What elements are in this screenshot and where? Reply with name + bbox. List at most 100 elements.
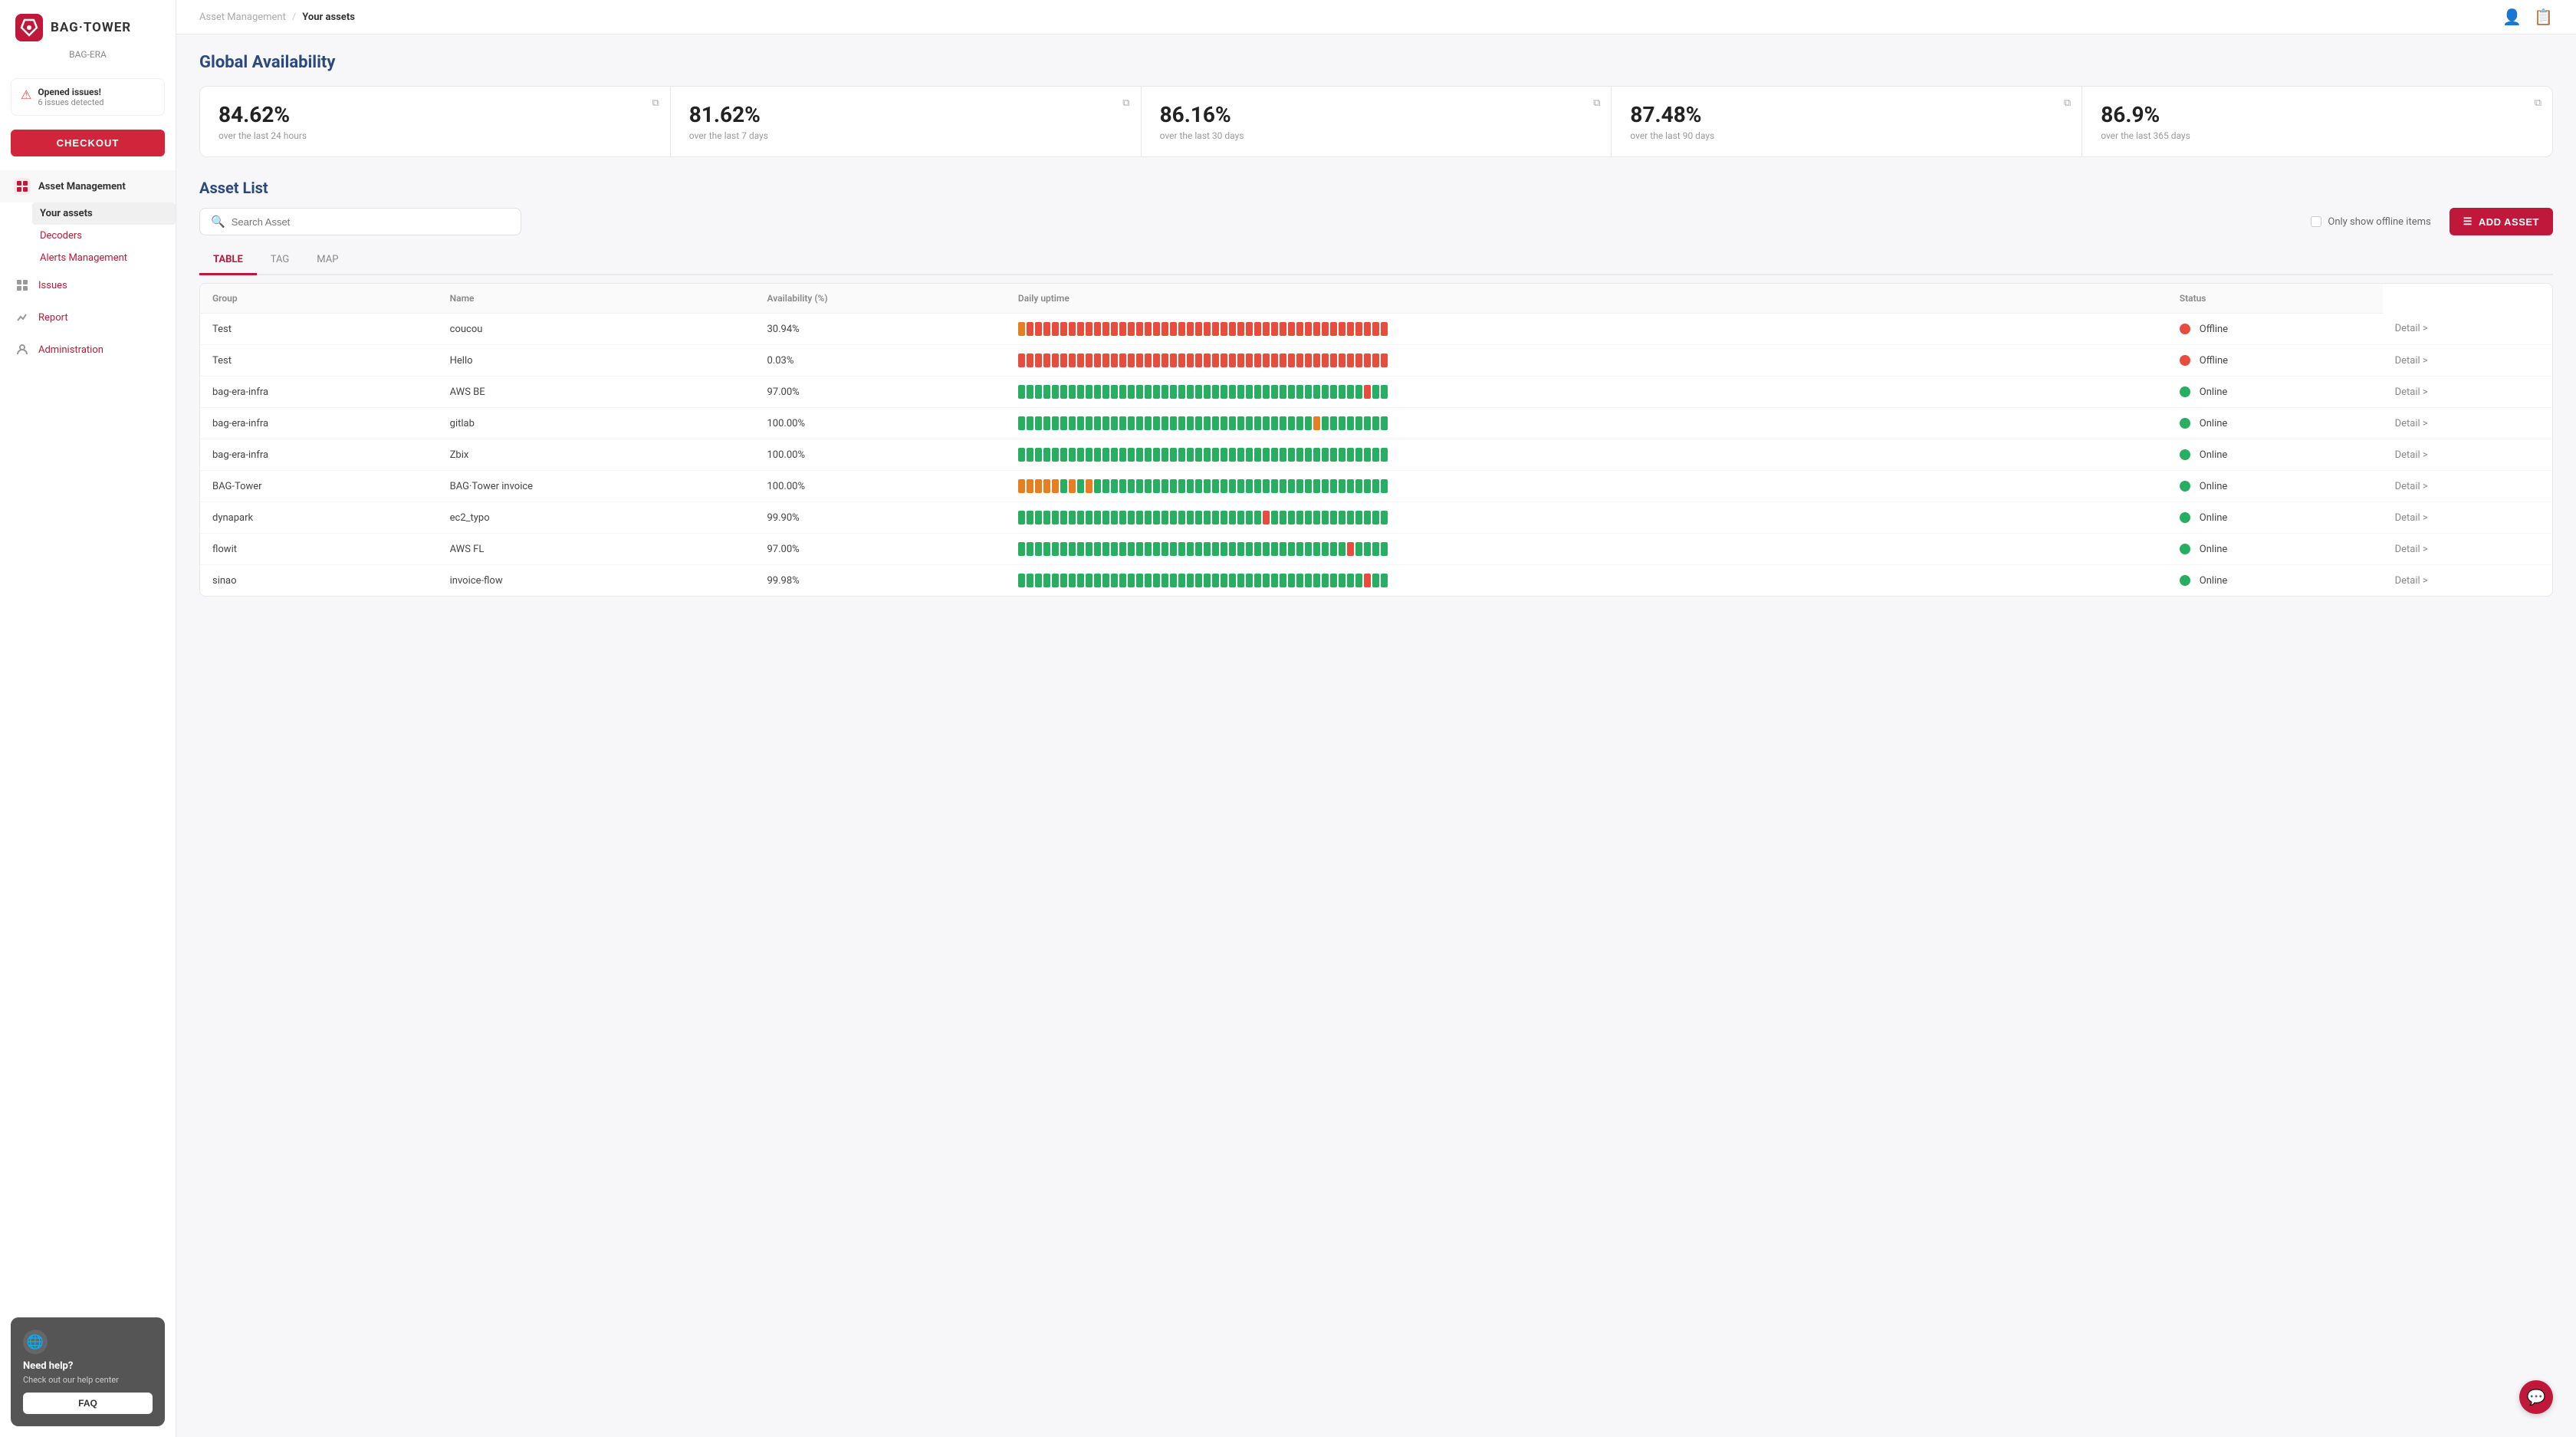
row-detail-8[interactable]: Detail > <box>2383 565 2552 597</box>
row-detail-3[interactable]: Detail > <box>2383 408 2552 439</box>
uptime-segment <box>1178 353 1185 367</box>
row-name-1: Hello <box>438 345 755 377</box>
row-availability-1: 0.03% <box>755 345 1006 377</box>
uptime-segment <box>1060 385 1067 399</box>
uptime-segment <box>1271 574 1278 587</box>
sidebar-item-issues[interactable]: Issues <box>0 269 176 301</box>
checkout-button[interactable]: CHECKOUT <box>11 130 165 156</box>
tab-map[interactable]: MAP <box>303 246 352 275</box>
row-detail-7[interactable]: Detail > <box>2383 534 2552 565</box>
uptime-segment <box>1060 479 1067 493</box>
uptime-segment <box>1322 448 1329 462</box>
row-status-3: Online <box>2167 408 2383 439</box>
logout-icon[interactable]: 📋 <box>2534 8 2553 26</box>
uptime-segment <box>1221 353 1227 367</box>
row-detail-2[interactable]: Detail > <box>2383 377 2552 408</box>
faq-button[interactable]: FAQ <box>23 1393 153 1414</box>
uptime-segment <box>1364 353 1371 367</box>
uptime-segment <box>1086 416 1092 430</box>
row-name-8: invoice-flow <box>438 565 755 597</box>
detail-link-3[interactable]: Detail > <box>2395 418 2428 429</box>
detail-link-1[interactable]: Detail > <box>2395 355 2428 367</box>
detail-link-5[interactable]: Detail > <box>2395 481 2428 492</box>
detail-link-6[interactable]: Detail > <box>2395 512 2428 524</box>
user-icon[interactable]: 👤 <box>2502 8 2522 26</box>
stat-value-3: 87.48% <box>1630 102 2063 127</box>
th-name: Name <box>438 284 755 314</box>
search-input[interactable] <box>232 216 510 228</box>
uptime-segment <box>1339 511 1346 524</box>
detail-link-2[interactable]: Detail > <box>2395 386 2428 398</box>
table-header: GroupNameAvailability (%)Daily uptimeSta… <box>200 284 2552 314</box>
uptime-segment <box>1204 416 1211 430</box>
uptime-segment <box>1086 353 1092 367</box>
uptime-segment <box>1111 385 1118 399</box>
subnav-decoders[interactable]: Decoders <box>40 225 176 247</box>
stat-link-3[interactable]: ⧉ <box>2064 97 2071 109</box>
uptime-segment <box>1305 322 1312 336</box>
uptime-segment <box>1221 322 1227 336</box>
table-row: flowitAWS FL97.00% Online Detail > <box>200 534 2552 565</box>
app-subtitle: BAG-ERA <box>0 49 176 71</box>
tab-table[interactable]: TABLE <box>199 246 257 275</box>
uptime-segment <box>1271 511 1278 524</box>
uptime-segment <box>1322 353 1329 367</box>
uptime-segment <box>1212 574 1219 587</box>
stat-label-0: over the last 24 hours <box>219 130 652 141</box>
uptime-segment <box>1355 448 1362 462</box>
uptime-segment <box>1018 416 1025 430</box>
add-asset-button[interactable]: ☰ ADD ASSET <box>2450 208 2553 235</box>
uptime-segment <box>1043 416 1050 430</box>
offline-checkbox[interactable] <box>2311 216 2321 227</box>
stat-link-0[interactable]: ⧉ <box>652 97 659 109</box>
uptime-segment <box>1271 385 1278 399</box>
row-detail-0[interactable]: Detail > <box>2383 314 2552 345</box>
uptime-segment <box>1060 416 1067 430</box>
detail-link-7[interactable]: Detail > <box>2395 544 2428 555</box>
uptime-segment <box>1204 448 1211 462</box>
uptime-segment <box>1330 479 1337 493</box>
uptime-segment <box>1280 416 1286 430</box>
subnav-alerts[interactable]: Alerts Management <box>40 247 176 269</box>
detail-link-4[interactable]: Detail > <box>2395 449 2428 461</box>
stat-link-4[interactable]: ⧉ <box>2535 97 2542 109</box>
sidebar-item-administration[interactable]: Administration <box>0 334 176 366</box>
uptime-segment <box>1355 322 1362 336</box>
uptime-segment <box>1364 511 1371 524</box>
row-detail-4[interactable]: Detail > <box>2383 439 2552 471</box>
uptime-segment <box>1254 322 1261 336</box>
sidebar-item-asset-management[interactable]: Asset Management <box>0 170 176 202</box>
uptime-segment <box>1296 479 1303 493</box>
search-icon: 🔍 <box>211 215 225 229</box>
status-dot-6 <box>2180 512 2190 523</box>
uptime-segment <box>1246 511 1253 524</box>
uptime-segment <box>1195 479 1202 493</box>
stat-link-1[interactable]: ⧉ <box>1122 97 1129 109</box>
uptime-segment <box>1372 574 1379 587</box>
uptime-segment <box>1246 322 1253 336</box>
uptime-segment <box>1111 542 1118 556</box>
detail-link-0[interactable]: Detail > <box>2395 323 2428 334</box>
uptime-segment <box>1280 385 1286 399</box>
uptime-segment <box>1330 574 1337 587</box>
detail-link-8[interactable]: Detail > <box>2395 575 2428 587</box>
row-detail-1[interactable]: Detail > <box>2383 345 2552 377</box>
uptime-segment <box>1077 479 1084 493</box>
stat-link-2[interactable]: ⧉ <box>1593 97 1600 109</box>
row-detail-5[interactable]: Detail > <box>2383 471 2552 502</box>
row-detail-6[interactable]: Detail > <box>2383 502 2552 534</box>
uptime-segment <box>1119 479 1126 493</box>
chat-bubble[interactable]: 💬 <box>2519 1380 2553 1414</box>
uptime-segment <box>1178 479 1185 493</box>
status-cell-5: Online <box>2180 481 2371 492</box>
uptime-segment <box>1086 322 1092 336</box>
uptime-segment <box>1263 542 1270 556</box>
subnav-your-assets[interactable]: Your assets <box>32 202 176 225</box>
uptime-segment <box>1212 385 1219 399</box>
uptime-segment <box>1077 416 1084 430</box>
uptime-segment <box>1102 542 1109 556</box>
tab-tag[interactable]: TAG <box>257 246 304 275</box>
alert-title: Opened issues! <box>38 87 104 97</box>
sidebar-item-report[interactable]: Report <box>0 301 176 334</box>
row-uptime-0 <box>1006 314 2167 345</box>
